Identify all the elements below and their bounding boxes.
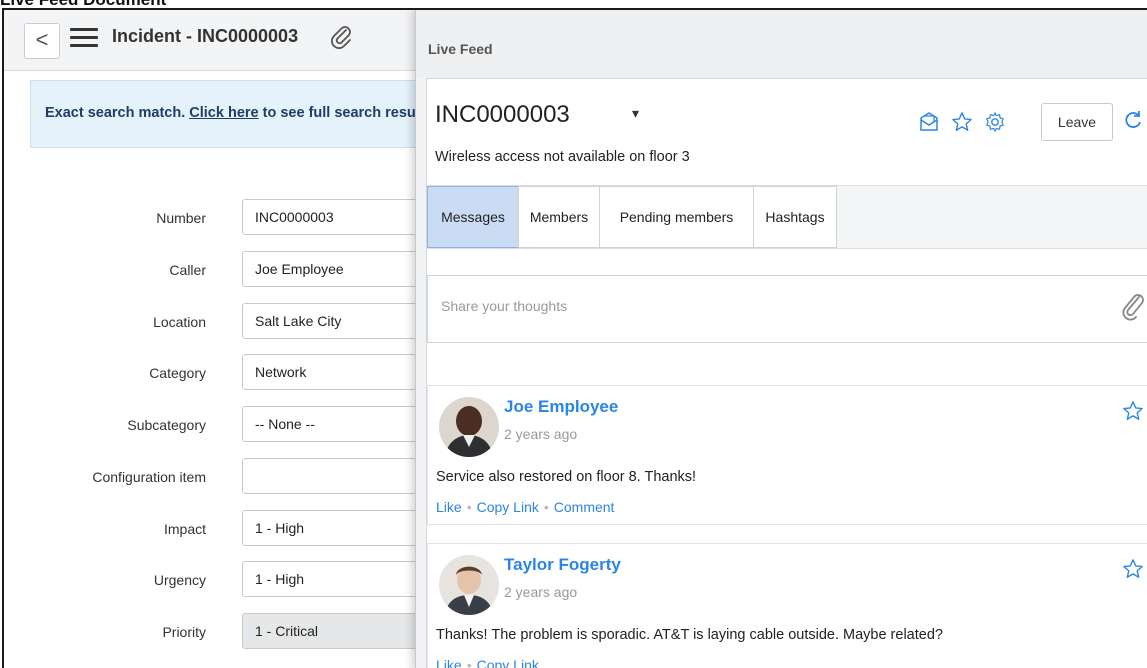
form-row-urgency: Urgency 1 - High: [4, 561, 442, 599]
form-row-caller: Caller Joe Employee: [4, 251, 442, 289]
form-row-configuration-item: Configuration item: [4, 458, 442, 496]
field-label: Category: [149, 365, 206, 381]
post-author[interactable]: Joe Employee: [504, 397, 618, 417]
leave-button[interactable]: Leave: [1041, 103, 1113, 141]
avatar[interactable]: [439, 397, 499, 457]
chevron-down-icon[interactable]: ▾: [632, 105, 639, 122]
like-link[interactable]: Like: [436, 499, 462, 515]
form-row-number: Number INC0000003: [4, 199, 442, 237]
like-link[interactable]: Like: [436, 657, 462, 668]
priority-field: 1 - Critical: [242, 613, 442, 649]
post-author[interactable]: Taylor Fogerty: [504, 555, 621, 575]
post-text: Thanks! The problem is sporadic. AT&T is…: [436, 627, 943, 643]
paperclip-icon[interactable]: [329, 24, 353, 55]
tab-hashtags[interactable]: Hashtags: [753, 186, 837, 248]
tab-pending-members[interactable]: Pending members: [599, 186, 754, 248]
tab-messages[interactable]: Messages: [427, 186, 519, 248]
refresh-icon[interactable]: [1123, 109, 1143, 136]
conversation-body: INC0000003 ▾ Wireless access not availab…: [426, 78, 1147, 668]
post-text: Service also restored on floor 8. Thanks…: [436, 469, 697, 485]
field-label: Urgency: [153, 572, 206, 588]
envelope-icon[interactable]: [918, 111, 940, 133]
caller-field[interactable]: Joe Employee: [242, 251, 442, 287]
configuration-item-field[interactable]: [242, 458, 442, 494]
feed-post: Taylor Fogerty 2 years ago Thanks! The p…: [427, 543, 1147, 668]
back-button[interactable]: <: [24, 23, 60, 59]
post-timestamp: 2 years ago: [504, 426, 578, 442]
star-icon[interactable]: [1122, 558, 1144, 585]
post-actions: Like • Copy Link • Comment: [436, 499, 615, 515]
impact-select[interactable]: 1 - High: [242, 510, 442, 546]
field-label: Caller: [169, 262, 206, 278]
share-input[interactable]: Share your thoughts: [427, 275, 1147, 343]
feed-post: Joe Employee 2 years ago Service also re…: [427, 385, 1147, 525]
number-field[interactable]: INC0000003: [242, 199, 442, 235]
banner-suffix: to see full search results: [258, 105, 433, 121]
avatar[interactable]: [439, 555, 499, 615]
field-label: Number: [156, 210, 206, 226]
field-label: Priority: [162, 624, 206, 640]
comment-link[interactable]: Comment: [554, 499, 615, 515]
gear-icon[interactable]: [984, 111, 1006, 133]
field-label: Configuration item: [92, 469, 206, 485]
field-label: Impact: [163, 521, 206, 537]
banner-link[interactable]: Click here: [189, 105, 258, 121]
hamburger-menu-icon[interactable]: [70, 28, 98, 50]
field-label: Subcategory: [127, 417, 206, 433]
app-frame: < Incident - INC0000003 Exact search mat…: [2, 8, 1147, 668]
share-placeholder: Share your thoughts: [441, 298, 568, 314]
banner-text: Exact search match. Click here to see fu…: [45, 105, 433, 121]
form-row-priority: Priority 1 - Critical: [4, 613, 442, 651]
form-row-category: Category Network: [4, 354, 442, 392]
live-feed-panel: Live Feed INC0000003 ▾ Wireless access n…: [415, 10, 1147, 668]
post-actions: Like • Copy Link: [436, 657, 539, 668]
panel-header: Live Feed: [416, 10, 1147, 78]
feed-tabs: Messages Members Pending members Hashtag…: [427, 185, 1147, 249]
banner-prefix: Exact search match.: [45, 105, 190, 121]
copy-link-link[interactable]: Copy Link: [477, 499, 539, 515]
urgency-select[interactable]: 1 - High: [242, 561, 442, 597]
field-label: Location: [153, 314, 206, 330]
star-icon[interactable]: [1122, 400, 1144, 427]
form-row-subcategory: Subcategory -- None --: [4, 406, 442, 444]
star-icon[interactable]: [951, 111, 973, 133]
post-timestamp: 2 years ago: [504, 584, 578, 600]
category-select[interactable]: Network: [242, 354, 442, 390]
panel-title: Live Feed: [428, 41, 493, 57]
subcategory-select[interactable]: -- None --: [242, 406, 442, 442]
form-row-impact: Impact 1 - High: [4, 510, 442, 548]
attachment-icon[interactable]: [1121, 293, 1145, 326]
copy-link-link[interactable]: Copy Link: [477, 657, 539, 668]
conversation-title[interactable]: INC0000003: [435, 101, 570, 129]
form-row-location: Location Salt Lake City: [4, 303, 442, 341]
location-field[interactable]: Salt Lake City: [242, 303, 442, 339]
conversation-subtitle: Wireless access not available on floor 3: [435, 149, 690, 165]
tab-members[interactable]: Members: [518, 186, 600, 248]
record-title: Incident - INC0000003: [112, 26, 299, 46]
